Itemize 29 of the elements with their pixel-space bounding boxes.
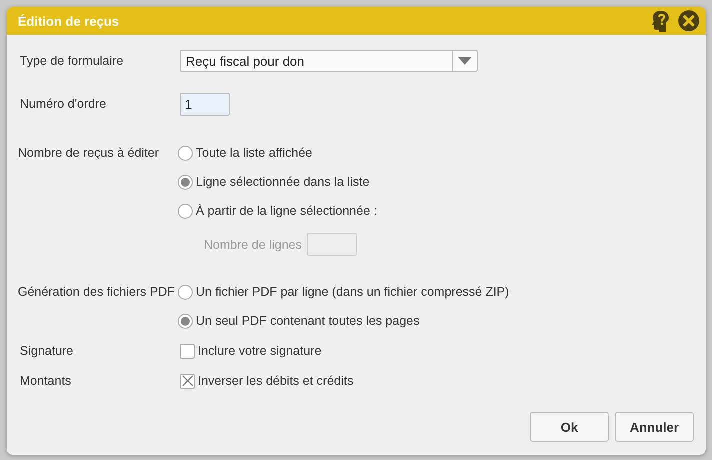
- option-label[interactable]: Inclure votre signature: [198, 344, 322, 358]
- field-label: Montants: [19, 373, 72, 390]
- ok-button[interactable]: Ok: [530, 412, 609, 442]
- checkbox[interactable]: [180, 374, 195, 388]
- caret-icon: [458, 57, 472, 65]
- cancel-button[interactable]: Annuler: [615, 412, 694, 442]
- option-label[interactable]: Un seul PDF contenant toutes les pages: [196, 314, 420, 328]
- radio-button[interactable]: [178, 284, 193, 300]
- radio-button[interactable]: [178, 146, 193, 160]
- radio-button[interactable]: [178, 174, 193, 190]
- option-label[interactable]: Ligne sélectionnée dans la liste: [196, 175, 370, 189]
- field-label: Nombre de reçus à éditer: [18, 145, 160, 162]
- option-label[interactable]: Inverser les débits et crédits: [198, 374, 354, 388]
- checkbox[interactable]: [180, 344, 195, 358]
- field-label: Signature: [19, 343, 75, 360]
- option-label[interactable]: Un fichier PDF par ligne (dans un fichier compressé ZIP): [196, 285, 510, 299]
- radio-button[interactable]: [178, 314, 193, 328]
- close-icon[interactable]: [678, 10, 700, 32]
- option-label[interactable]: À partir de la ligne sélectionnée :: [196, 204, 378, 218]
- help-icon[interactable]: [650, 10, 672, 32]
- field-label: Nombre de lignes: [204, 238, 302, 252]
- field-label: Type de formulaire: [19, 53, 125, 70]
- field-label: Génération des fichiers PDF: [18, 284, 176, 301]
- option-label[interactable]: Toute la liste affichée: [196, 146, 313, 160]
- form-type-dropdown[interactable]: Reçu fiscal pour don: [180, 50, 478, 72]
- radio-button[interactable]: [178, 204, 193, 218]
- window-title: Édition de reçus: [18, 14, 120, 28]
- order-number-field[interactable]: 1: [180, 93, 230, 116]
- field-label: Numéro d'ordre: [19, 96, 108, 113]
